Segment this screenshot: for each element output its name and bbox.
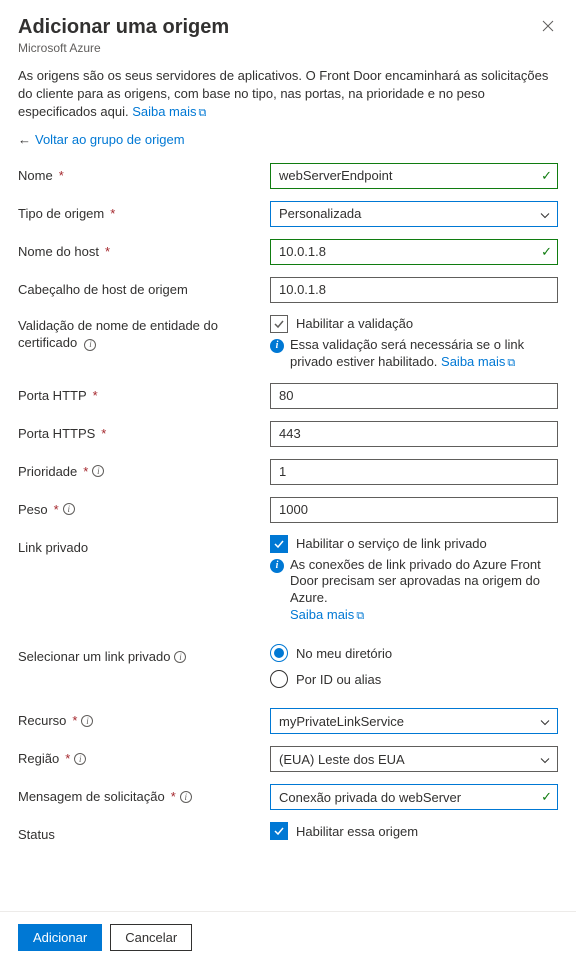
panel-header: Adicionar uma origem Microsoft Azure bbox=[18, 16, 558, 55]
origin-type-label: Tipo de origem* bbox=[18, 201, 270, 221]
radio-icon bbox=[270, 644, 288, 662]
cert-validation-label: Validação de nome de entidade do certifi… bbox=[18, 315, 270, 352]
external-link-icon: ⧉ bbox=[199, 106, 207, 121]
cancel-button[interactable]: Cancelar bbox=[110, 924, 192, 951]
radio-in-directory[interactable]: No meu diretório bbox=[270, 644, 558, 662]
region-label: Região* i bbox=[18, 746, 270, 766]
back-link[interactable]: ← Voltar ao grupo de origem bbox=[18, 132, 558, 147]
panel-title: Adicionar uma origem bbox=[18, 16, 558, 39]
cert-validation-note: i Essa validação será necessária se o li… bbox=[270, 337, 558, 371]
host-name-input[interactable] bbox=[270, 239, 558, 265]
origin-host-header-label: Cabeçalho de host de origem bbox=[18, 277, 270, 297]
arrow-left-icon: ← bbox=[18, 132, 31, 147]
back-link-label: Voltar ao grupo de origem bbox=[35, 132, 185, 147]
enable-validation-checkbox[interactable] bbox=[270, 315, 288, 333]
enable-origin-label[interactable]: Habilitar essa origem bbox=[296, 824, 418, 839]
panel-footer: Adicionar Cancelar bbox=[0, 911, 576, 963]
info-icon[interactable]: i bbox=[74, 753, 86, 765]
description-text: As origens são os seus servidores de apl… bbox=[18, 68, 548, 119]
private-link-learn-more-link[interactable]: Saiba mais⧉ bbox=[290, 607, 364, 622]
select-private-link-label: Selecionar um link privado i bbox=[18, 644, 270, 664]
https-port-label: Porta HTTPS* bbox=[18, 421, 270, 441]
info-icon[interactable]: i bbox=[63, 503, 75, 515]
radio-label: No meu diretório bbox=[296, 646, 392, 661]
close-button[interactable] bbox=[538, 16, 558, 36]
http-port-input[interactable] bbox=[270, 383, 558, 409]
private-link-label: Link privado bbox=[18, 535, 270, 555]
external-link-icon: ⧉ bbox=[507, 356, 515, 370]
close-icon bbox=[542, 20, 554, 32]
enable-validation-label[interactable]: Habilitar a validação bbox=[296, 316, 413, 331]
resource-label: Recurso* i bbox=[18, 708, 270, 728]
weight-input[interactable] bbox=[270, 497, 558, 523]
priority-input[interactable] bbox=[270, 459, 558, 485]
external-link-icon: ⧉ bbox=[356, 609, 364, 623]
origin-type-select[interactable]: Personalizada bbox=[270, 201, 558, 227]
enable-private-link-label[interactable]: Habilitar o serviço de link privado bbox=[296, 536, 487, 551]
region-select[interactable]: (EUA) Leste dos EUA bbox=[270, 746, 558, 772]
info-icon[interactable]: i bbox=[92, 465, 104, 477]
enable-private-link-checkbox[interactable] bbox=[270, 535, 288, 553]
enable-origin-checkbox[interactable] bbox=[270, 822, 288, 840]
info-filled-icon: i bbox=[270, 339, 284, 353]
info-filled-icon: i bbox=[270, 559, 284, 573]
radio-label: Por ID ou alias bbox=[296, 672, 381, 687]
weight-label: Peso* i bbox=[18, 497, 270, 517]
request-message-input[interactable] bbox=[270, 784, 558, 810]
info-icon[interactable]: i bbox=[81, 715, 93, 727]
info-icon[interactable]: i bbox=[174, 651, 186, 663]
resource-select[interactable]: myPrivateLinkService bbox=[270, 708, 558, 734]
learn-more-link[interactable]: Saiba mais⧉ bbox=[132, 104, 206, 119]
panel-description: As origens são os seus servidores de apl… bbox=[18, 67, 558, 122]
name-input[interactable] bbox=[270, 163, 558, 189]
name-label: Nome* bbox=[18, 163, 270, 183]
radio-icon bbox=[270, 670, 288, 688]
add-button[interactable]: Adicionar bbox=[18, 924, 102, 951]
info-icon[interactable]: i bbox=[84, 339, 96, 351]
priority-label: Prioridade* i bbox=[18, 459, 270, 479]
host-name-label: Nome do host* bbox=[18, 239, 270, 259]
https-port-input[interactable] bbox=[270, 421, 558, 447]
origin-host-header-input[interactable] bbox=[270, 277, 558, 303]
radio-by-id[interactable]: Por ID ou alias bbox=[270, 670, 558, 688]
panel-subtitle: Microsoft Azure bbox=[18, 41, 558, 55]
status-label: Status bbox=[18, 822, 270, 842]
private-link-note: i As conexões de link privado do Azure F… bbox=[270, 557, 558, 625]
request-message-label: Mensagem de solicitação* i bbox=[18, 784, 270, 804]
http-port-label: Porta HTTP* bbox=[18, 383, 270, 403]
cert-learn-more-link[interactable]: Saiba mais⧉ bbox=[441, 354, 515, 369]
info-icon[interactable]: i bbox=[180, 791, 192, 803]
